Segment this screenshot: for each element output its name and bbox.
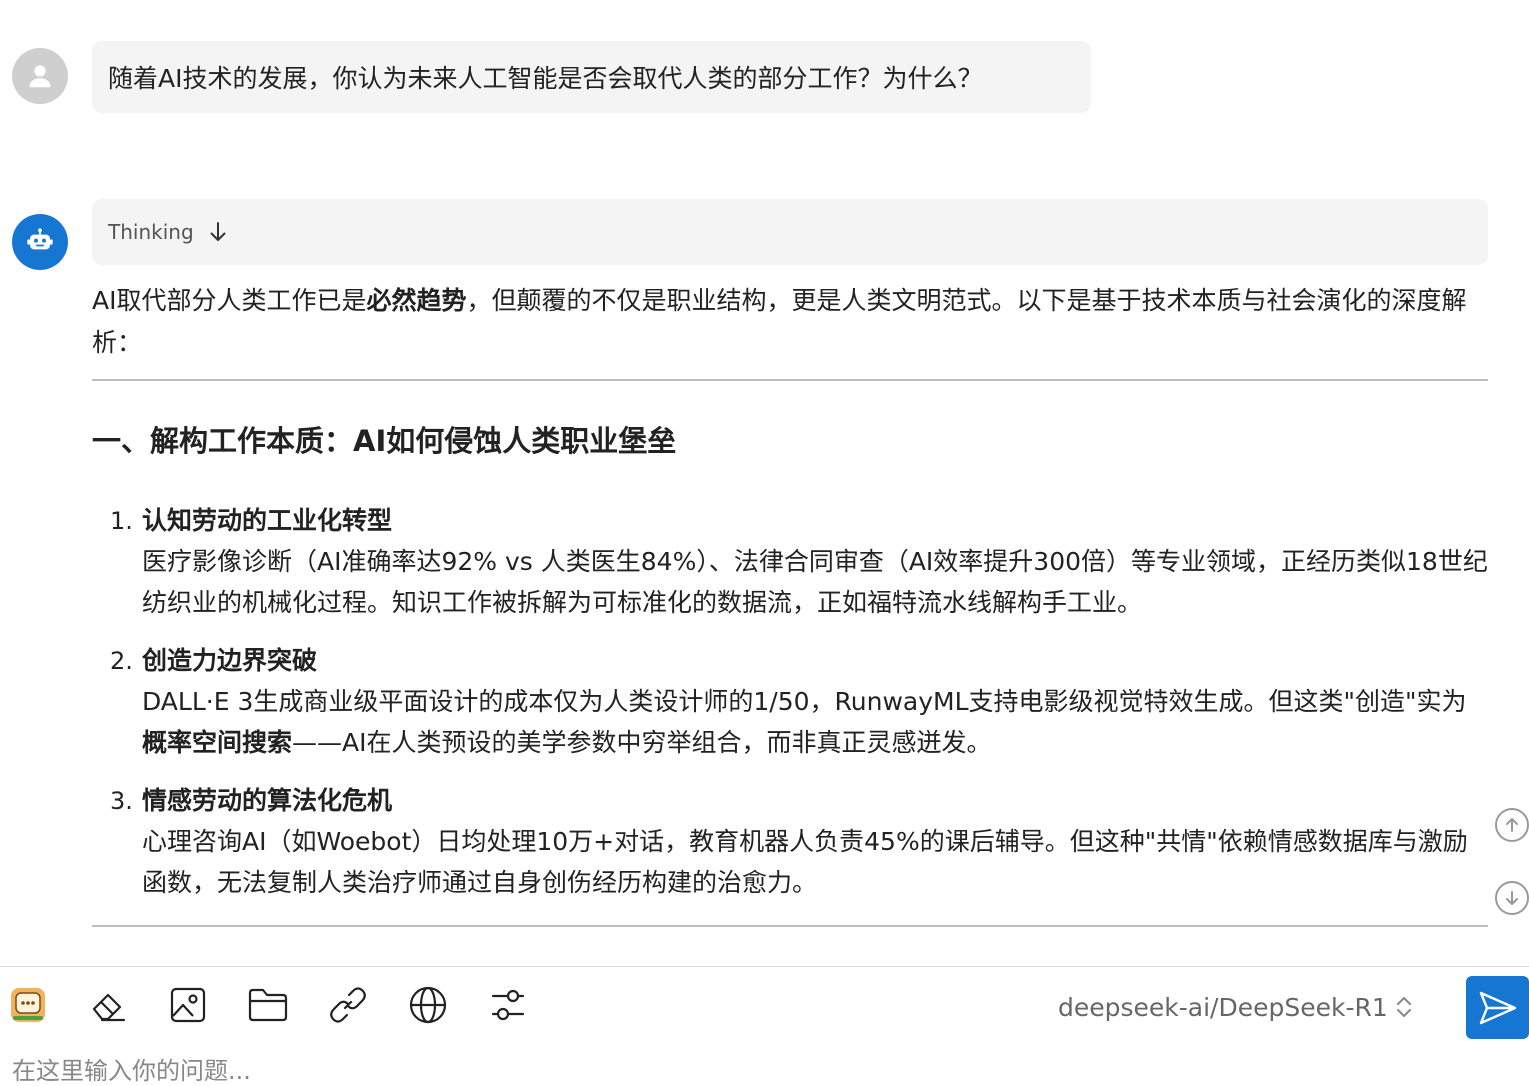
list-item-heading: 情感劳动的算法化危机 bbox=[142, 786, 393, 815]
intro-text-before: AI取代部分人类工作已是 bbox=[92, 286, 367, 315]
list-item: 1. 认知劳动的工业化转型 医疗影像诊断（AI准确率达92% vs 人类医生84… bbox=[92, 501, 1488, 623]
send-button[interactable] bbox=[1466, 976, 1529, 1039]
list-item-body: DALL·E 3生成商业级平面设计的成本仅为人类设计师的1/50，RunwayM… bbox=[142, 681, 1488, 763]
question-input[interactable] bbox=[12, 1055, 612, 1086]
settings-button[interactable] bbox=[488, 985, 528, 1025]
model-name: deepseek-ai/DeepSeek-R1 bbox=[1058, 992, 1388, 1022]
user-message-bubble: 随着AI技术的发展，你认为未来人工智能是否会取代人类的部分工作？为什么？ bbox=[92, 41, 1091, 113]
arrow-up-icon bbox=[1506, 818, 1518, 832]
body-emphasis: 概率空间搜索 bbox=[142, 728, 293, 757]
thinking-label: Thinking bbox=[108, 220, 194, 244]
link-button[interactable] bbox=[328, 985, 368, 1025]
chat-app-button[interactable] bbox=[8, 985, 48, 1025]
list-item-number: 2. bbox=[110, 647, 133, 675]
clear-button[interactable] bbox=[88, 985, 128, 1025]
thinking-toggle[interactable]: Thinking bbox=[92, 199, 1488, 265]
bot-avatar bbox=[12, 214, 68, 270]
body-text-after: ——AI在人类预设的美学参数中穷举组合，而非真正灵感迸发。 bbox=[292, 728, 992, 757]
intro-emphasis: 必然趋势 bbox=[366, 286, 467, 315]
reply-intro: AI取代部分人类工作已是必然趋势，但颠覆的不仅是职业结构，更是人类文明范式。以下… bbox=[92, 280, 1488, 364]
body-text-before: DALL·E 3生成商业级平面设计的成本仅为人类设计师的1/50，RunwayM… bbox=[142, 687, 1467, 716]
list-item-number: 3. bbox=[110, 787, 133, 815]
globe-icon bbox=[409, 986, 447, 1024]
arrow-down-icon bbox=[210, 222, 226, 241]
settings-sliders-icon bbox=[491, 989, 525, 1021]
arrow-down-icon bbox=[1506, 891, 1518, 905]
user-icon bbox=[29, 65, 51, 88]
divider bbox=[92, 379, 1488, 381]
chat-app-icon bbox=[11, 988, 45, 1022]
scroll-down-button[interactable] bbox=[1495, 881, 1529, 915]
list-item: 2. 创造力边界突破 DALL·E 3生成商业级平面设计的成本仅为人类设计师的1… bbox=[92, 641, 1488, 763]
list-item-heading: 创造力边界突破 bbox=[142, 646, 318, 675]
robot-icon bbox=[27, 228, 53, 250]
list-item-number: 1. bbox=[110, 507, 133, 535]
chat-page: 随着AI技术的发展，你认为未来人工智能是否会取代人类的部分工作？为什么？ Thi… bbox=[0, 0, 1529, 1086]
link-icon bbox=[330, 987, 366, 1023]
input-toolbar: deepseek-ai/DeepSeek-R1 bbox=[0, 966, 1529, 1086]
image-icon bbox=[170, 987, 206, 1023]
list-item-body: 心理咨询AI（如Woebot）日均处理10万+对话，教育机器人负责45%的课后辅… bbox=[142, 827, 1468, 897]
upload-image-button[interactable] bbox=[168, 985, 208, 1025]
scroll-up-button[interactable] bbox=[1495, 808, 1529, 842]
web-search-button[interactable] bbox=[408, 985, 448, 1025]
section-heading: 一、解构工作本质：AI如何侵蚀人类职业堡垒 bbox=[92, 424, 677, 458]
user-message-text: 随着AI技术的发展，你认为未来人工智能是否会取代人类的部分工作？为什么？ bbox=[108, 64, 983, 93]
list-item-body: 医疗影像诊断（AI准确率达92% vs 人类医生84%）、法律合同审查（AI效率… bbox=[142, 547, 1488, 617]
model-selector[interactable]: deepseek-ai/DeepSeek-R1 bbox=[1058, 989, 1412, 1025]
reply-list: 1. 认知劳动的工业化转型 医疗影像诊断（AI准确率达92% vs 人类医生84… bbox=[92, 501, 1488, 903]
user-avatar bbox=[12, 48, 68, 104]
send-icon bbox=[1479, 991, 1516, 1024]
folder-icon bbox=[248, 988, 288, 1022]
upload-file-button[interactable] bbox=[248, 985, 288, 1025]
assistant-reply: AI取代部分人类工作已是必然趋势，但颠覆的不仅是职业结构，更是人类文明范式。以下… bbox=[92, 280, 1488, 927]
list-item-heading: 认知劳动的工业化转型 bbox=[142, 506, 393, 535]
eraser-icon bbox=[92, 993, 126, 1022]
chevron-up-down-icon bbox=[1396, 997, 1411, 1017]
divider bbox=[92, 925, 1488, 927]
list-item: 3. 情感劳动的算法化危机 心理咨询AI（如Woebot）日均处理10万+对话，… bbox=[92, 781, 1488, 903]
